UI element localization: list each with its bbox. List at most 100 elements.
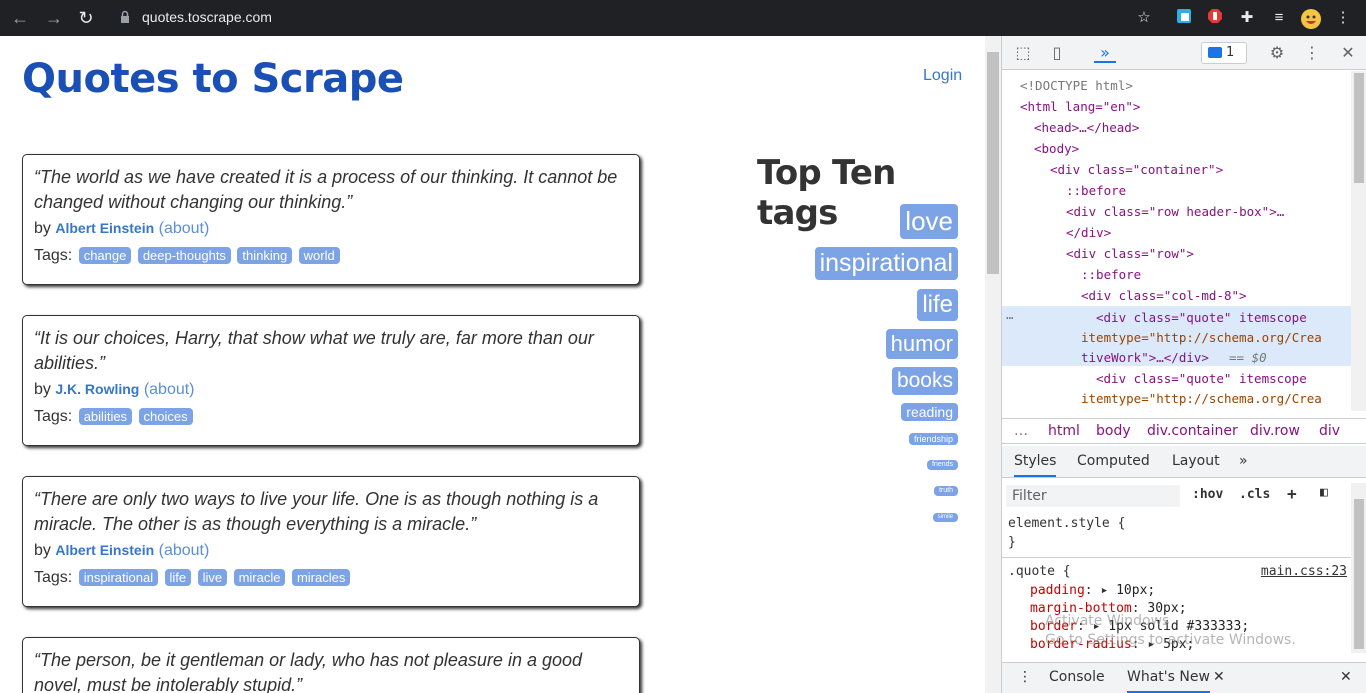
top-tag-link[interactable]: love <box>900 204 958 239</box>
tag-link[interactable]: deep-thoughts <box>137 247 231 264</box>
tree-node[interactable]: <div class="quote" itemscope <box>1096 368 1307 389</box>
tag-link[interactable]: world <box>298 247 340 264</box>
tag-link[interactable]: change <box>78 247 132 264</box>
device-toolbar-icon[interactable]: ▯ <box>1046 43 1068 63</box>
back-icon[interactable]: ← <box>10 8 30 28</box>
styles-scrollbar-thumb[interactable] <box>1354 499 1364 649</box>
bookmark-star-icon[interactable]: ☆ <box>1134 8 1154 28</box>
tree-node[interactable]: <head>…</head> <box>1034 117 1139 138</box>
page-scrollbar[interactable] <box>985 36 1001 693</box>
top-tag-link[interactable]: reading <box>901 403 958 421</box>
close-tab-icon[interactable]: ✕ <box>1213 669 1225 685</box>
quote-text: “The person, be it gentleman or lady, wh… <box>34 650 583 693</box>
breadcrumb-item[interactable]: body <box>1096 423 1131 439</box>
tag-link[interactable]: life <box>164 569 192 586</box>
node-actions-icon[interactable]: ⋯ <box>1006 307 1014 328</box>
tree-node[interactable]: <div class="row"> <box>1066 243 1194 264</box>
tree-node[interactable]: <div class="col-md-8"> <box>1081 285 1247 306</box>
toggle-sidebar-icon[interactable]: ◧ <box>1320 485 1328 500</box>
devtools-menu-icon[interactable]: ⋮ <box>1301 43 1323 63</box>
hov-toggle[interactable]: :hov <box>1192 487 1223 502</box>
drawer-menu-icon[interactable]: ⋮ <box>1018 669 1032 685</box>
breadcrumb-item[interactable]: div.container <box>1147 423 1238 439</box>
close-devtools-icon[interactable]: ✕ <box>1337 43 1359 63</box>
top-tag-link[interactable]: inspirational <box>814 247 958 280</box>
top-tag-link[interactable]: humor <box>885 329 958 359</box>
menu-kebab-icon[interactable]: ⋮ <box>1333 8 1353 28</box>
css-property: padding <box>1030 583 1085 598</box>
top-tag-link[interactable]: life <box>917 289 958 321</box>
quote-byline: by J.K. Rowling (about) <box>34 381 629 399</box>
about-link[interactable]: (about) <box>159 542 210 559</box>
tag-link[interactable]: thinking <box>237 247 293 264</box>
site-title[interactable]: Quotes to Scrape <box>22 56 404 102</box>
rule-selector[interactable]: .quote { <box>1008 563 1071 581</box>
adblock-extension-icon[interactable] <box>1205 8 1225 28</box>
author-name: J.K. Rowling <box>55 381 140 397</box>
tree-node[interactable]: <html lang="en"> <box>1020 96 1140 117</box>
top-tag-link[interactable]: simile <box>932 513 958 522</box>
tree-node[interactable]: <div class="row header-box">… <box>1066 201 1284 222</box>
styles-scrollbar[interactable] <box>1351 483 1366 653</box>
rule-source-link[interactable]: main.css:23 <box>1261 563 1347 581</box>
tag-link[interactable]: miracles <box>291 569 351 586</box>
tag-link[interactable]: choices <box>138 408 193 425</box>
cls-toggle[interactable]: .cls <box>1239 487 1270 502</box>
inspect-element-icon[interactable]: ⬚ <box>1012 43 1034 63</box>
media-playlist-icon[interactable]: ≡ <box>1269 8 1289 28</box>
tag-link[interactable]: live <box>197 569 228 586</box>
devtools-toolbar: ⬚ ▯ » 1 ⚙ ⋮ ✕ <box>1002 36 1366 70</box>
tree-node[interactable]: <div class="container"> <box>1050 159 1223 180</box>
tab-console[interactable]: Console <box>1049 669 1105 685</box>
tree-node[interactable]: </div> <box>1066 222 1111 243</box>
about-link[interactable]: (about) <box>144 381 195 398</box>
more-tabs-chevron-icon[interactable]: » <box>1239 453 1248 469</box>
top-tag-link[interactable]: books <box>891 367 958 395</box>
tab-layout[interactable]: Layout <box>1172 453 1220 469</box>
page-scrollbar-thumb[interactable] <box>987 52 999 274</box>
breadcrumb-item[interactable]: … <box>1014 423 1028 439</box>
tab-styles[interactable]: Styles <box>1014 453 1057 477</box>
forward-icon[interactable]: → <box>44 8 64 28</box>
elements-scrollbar-thumb[interactable] <box>1354 73 1364 183</box>
profile-avatar[interactable] <box>1300 8 1321 29</box>
tag-link[interactable]: inspirational <box>78 569 159 586</box>
breadcrumb-item[interactable]: html <box>1048 423 1080 439</box>
issues-button[interactable]: 1 <box>1201 42 1247 64</box>
new-rule-plus-icon[interactable]: + <box>1287 484 1297 503</box>
top-tag-link[interactable]: friends <box>926 460 958 470</box>
tab-computed[interactable]: Computed <box>1077 453 1150 469</box>
tab-whats-new[interactable]: What's New <box>1127 669 1210 693</box>
top-tag-link[interactable]: truth <box>933 486 958 496</box>
login-link[interactable]: Login <box>923 67 962 85</box>
rule-close-brace: } <box>1008 535 1016 550</box>
css-declaration[interactable]: padding: ▸ 10px; <box>1030 582 1155 600</box>
tree-node[interactable]: <!DOCTYPE html> <box>1020 75 1133 96</box>
selected-ref: == $0 <box>1229 350 1267 365</box>
devtools-panel: ⬚ ▯ » 1 ⚙ ⋮ ✕ <!DOCTYPE html> <html lang… <box>1001 36 1366 693</box>
elements-scrollbar[interactable] <box>1351 71 1366 411</box>
more-tabs-chevron-icon[interactable]: » <box>1094 43 1116 63</box>
filter-input[interactable]: Filter <box>1006 485 1180 507</box>
reload-icon[interactable]: ↻ <box>76 8 96 28</box>
top-tag-link[interactable]: friendship <box>908 433 958 445</box>
tree-node-selected-end: tiveWork">…</div> <box>1081 350 1209 365</box>
tree-node[interactable]: <body> <box>1034 138 1079 159</box>
css-value: 10px; <box>1116 583 1156 598</box>
tree-node[interactable]: ::before <box>1081 264 1141 285</box>
address-bar[interactable]: quotes.toscrape.com <box>142 9 272 25</box>
about-link[interactable]: (about) <box>159 220 210 237</box>
element-style-selector[interactable]: element.style { <box>1008 515 1125 533</box>
quote-card: “There are only two ways to live your li… <box>22 476 640 607</box>
by-label: by <box>34 542 51 559</box>
translate-extension-icon[interactable] <box>1174 8 1194 28</box>
tree-node-selected[interactable]: <div class="quote" itemscope <box>1096 307 1307 328</box>
close-drawer-icon[interactable]: ✕ <box>1340 669 1352 685</box>
breadcrumb-item[interactable]: div.row <box>1250 423 1300 439</box>
settings-gear-icon[interactable]: ⚙ <box>1266 43 1288 63</box>
tag-link[interactable]: abilities <box>78 408 133 425</box>
tag-link[interactable]: miracle <box>233 569 286 586</box>
extensions-puzzle-icon[interactable]: ✚ <box>1237 8 1257 28</box>
breadcrumb-item[interactable]: div <box>1319 423 1340 439</box>
tree-node[interactable]: ::before <box>1066 180 1126 201</box>
